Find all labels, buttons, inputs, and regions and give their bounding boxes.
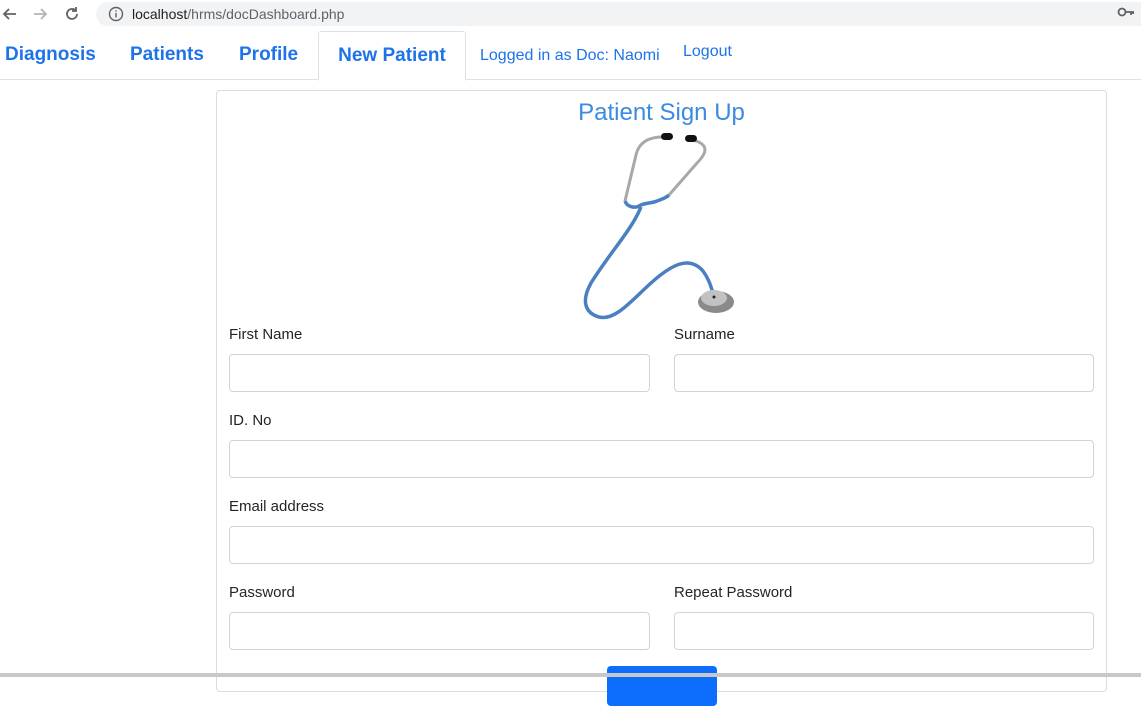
password-input[interactable]	[229, 612, 650, 650]
tab-profile[interactable]: Profile	[239, 31, 298, 79]
submit-button[interactable]	[607, 666, 717, 706]
surname-input[interactable]	[674, 354, 1094, 392]
email-label: Email address	[229, 498, 325, 515]
logged-in-label: Logged in as Doc: Naomi	[480, 47, 660, 64]
first-name-input[interactable]	[229, 354, 650, 392]
id-no-input[interactable]	[229, 440, 1094, 478]
password-label: Password	[229, 584, 295, 601]
repeat-password-input[interactable]	[674, 612, 1094, 650]
horizontal-scrollbar[interactable]	[0, 673, 1141, 677]
tab-patients[interactable]: Patients	[130, 31, 204, 79]
info-icon[interactable]	[108, 6, 124, 22]
url-path: /hrms/docDashboard.php	[187, 6, 345, 22]
signup-card: Patient Sign Up First Name Surname ID. N…	[216, 90, 1107, 706]
back-arrow-icon[interactable]	[0, 4, 20, 24]
page-title: Patient Sign Up	[578, 99, 745, 126]
tab-diagnosis[interactable]: Diagnosis	[5, 31, 96, 79]
surname-label: Surname	[674, 326, 735, 343]
repeat-password-label: Repeat Password	[674, 584, 793, 601]
email-input[interactable]	[229, 526, 1094, 564]
url-host: localhost	[132, 6, 188, 22]
logout-link[interactable]: Logout	[683, 43, 732, 61]
address-bar[interactable]: localhost/hrms/docDashboard.php	[96, 2, 1141, 26]
nav-tabs: Diagnosis Patients Profile New Patient L…	[0, 31, 1141, 81]
stethoscope-icon	[583, 133, 734, 320]
tab-new-patient[interactable]: New Patient	[318, 31, 466, 81]
key-icon[interactable]	[1117, 5, 1135, 24]
id-no-label: ID. No	[229, 412, 272, 429]
browser-toolbar: localhost/hrms/docDashboard.php	[0, 0, 1141, 28]
first-name-label: First Name	[229, 326, 303, 343]
reload-icon[interactable]	[62, 4, 82, 24]
forward-arrow-icon[interactable]	[30, 4, 50, 24]
url-text: localhost/hrms/docDashboard.php	[132, 6, 344, 22]
